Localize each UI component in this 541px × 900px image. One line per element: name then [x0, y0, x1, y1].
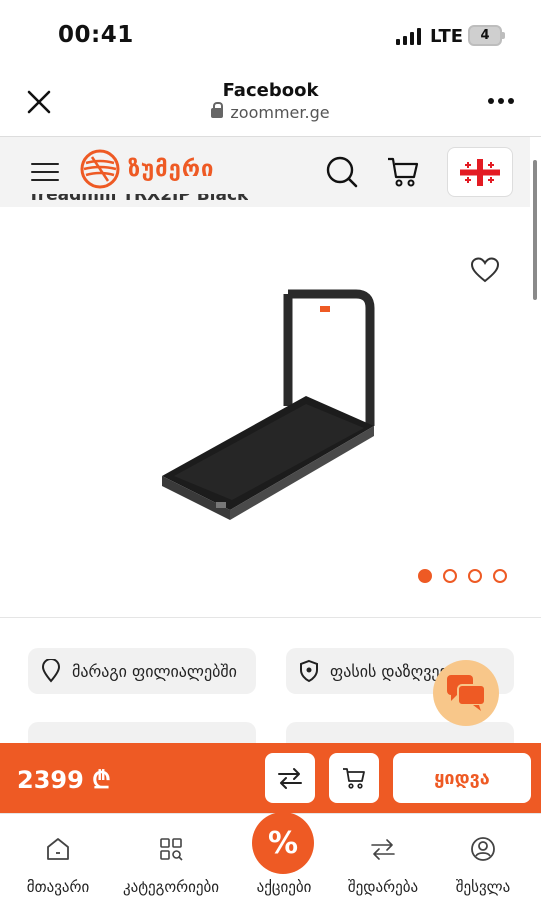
nav-home[interactable]: მთავარი: [3, 836, 113, 896]
carousel-dot[interactable]: [443, 569, 457, 583]
browser-title: Facebook: [222, 80, 319, 101]
status-bar: 00:41 LTE 4: [0, 0, 541, 70]
logo-text: ზუმერი: [128, 156, 215, 182]
section-divider: [0, 617, 541, 618]
nav-label: შედარება: [347, 878, 419, 896]
battery-icon: 4: [468, 25, 505, 46]
percent-icon: %: [252, 812, 314, 874]
battery-level: 4: [480, 28, 490, 43]
shield-icon: [300, 659, 318, 683]
signal-icon: [396, 28, 421, 45]
cart-icon[interactable]: [386, 155, 420, 189]
categories-grid-icon: [160, 838, 183, 861]
nav-compare[interactable]: შედარება: [328, 836, 438, 896]
location-pin-icon: [41, 659, 61, 683]
chat-bubbles-icon: [447, 675, 486, 711]
compare-arrows-icon: [278, 768, 302, 789]
home-icon: [47, 838, 69, 860]
stock-in-branches-chip[interactable]: მარაგი ფილიალებში: [28, 648, 256, 694]
browser-url: zoommer.ge: [0, 102, 541, 122]
browser-header: Facebook zoommer.ge: [0, 70, 541, 137]
url-text: zoommer.ge: [230, 103, 330, 122]
buy-bar: 2399 ₾ ყიდვა: [0, 743, 541, 813]
more-options-icon[interactable]: [488, 98, 514, 104]
lock-icon: [211, 102, 224, 118]
search-icon[interactable]: [325, 155, 359, 189]
nav-label: მთავარი: [26, 878, 90, 896]
carousel-dot[interactable]: [418, 569, 432, 583]
chip-label: მარაგი ფილიალებში: [72, 661, 237, 681]
status-time: 00:41: [58, 22, 134, 48]
georgia-flag-icon: [460, 158, 500, 186]
add-to-cart-button[interactable]: [329, 753, 379, 803]
buy-button[interactable]: ყიდვა: [393, 753, 531, 803]
language-button[interactable]: [447, 147, 513, 197]
nav-label: აქციები: [256, 878, 312, 896]
carousel-dot[interactable]: [493, 569, 507, 583]
nav-promotions[interactable]: % აქციები: [229, 812, 339, 896]
nav-categories[interactable]: კატეგორიები: [116, 836, 226, 896]
carousel-dot[interactable]: [468, 569, 482, 583]
bottom-navigation: მთავარი კატეგორიები % აქციები შედარება შ…: [0, 812, 541, 900]
logo-mark-icon: [80, 149, 120, 189]
network-label: LTE: [430, 26, 464, 47]
product-image[interactable]: [160, 288, 380, 528]
product-title: Treadmill TRX2IP Black: [28, 194, 249, 205]
image-carousel-dots: [418, 569, 507, 583]
user-icon: [471, 837, 495, 861]
cart-icon: [343, 768, 365, 789]
chat-button[interactable]: [433, 660, 499, 726]
nav-login[interactable]: შესვლა: [428, 836, 538, 896]
compare-button[interactable]: [265, 753, 315, 803]
favorite-heart-icon[interactable]: [470, 256, 500, 284]
scrollbar[interactable]: [533, 160, 537, 300]
menu-icon[interactable]: [31, 163, 59, 181]
site-logo[interactable]: ზუმერი: [80, 149, 214, 189]
nav-label: კატეგორიები: [122, 878, 220, 896]
nav-label: შესვლა: [455, 878, 511, 896]
product-price: 2399 ₾: [17, 766, 111, 794]
compare-arrows-icon: [371, 839, 395, 860]
